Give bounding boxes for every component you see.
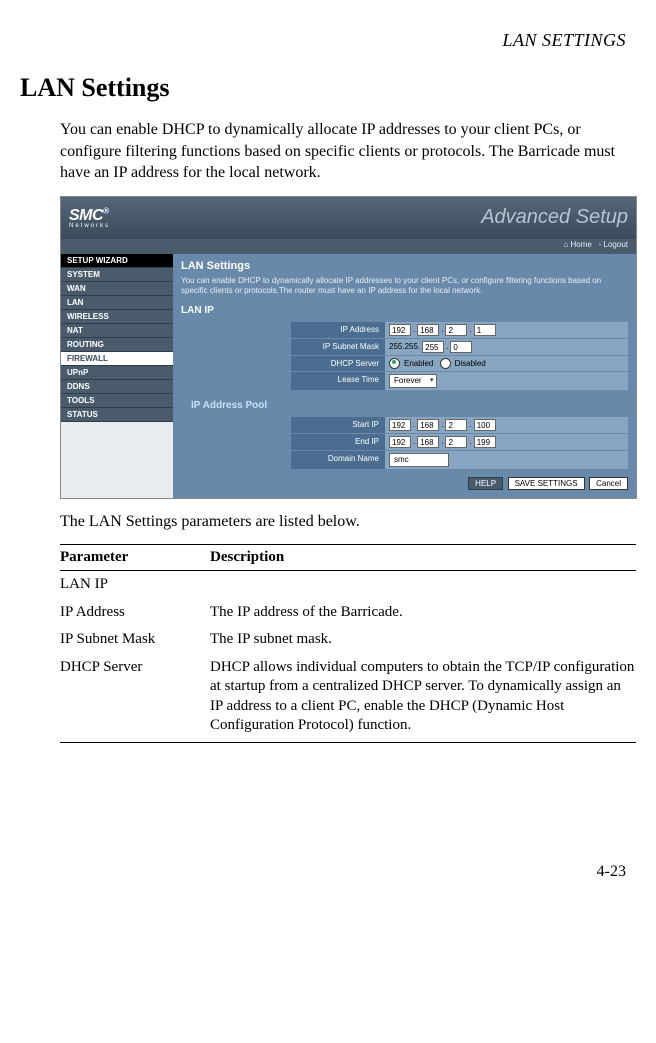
table-row: LAN IP xyxy=(60,571,636,599)
ip-octet-3[interactable]: 2 xyxy=(445,324,467,336)
nav-wan[interactable]: WAN xyxy=(61,282,173,296)
panel-description: You can enable DHCP to dynamically alloc… xyxy=(181,276,628,297)
nav-system[interactable]: SYSTEM xyxy=(61,268,173,282)
ip-address-row: IP Address 192. 168. 2. 1 xyxy=(291,322,628,338)
action-buttons: HELP SAVE SETTINGS Cancel xyxy=(181,477,628,490)
desc-cell xyxy=(210,571,636,599)
save-settings-button[interactable]: SAVE SETTINGS xyxy=(508,477,585,490)
start-ip-3[interactable]: 2 xyxy=(445,419,467,431)
ip-octet-4[interactable]: 1 xyxy=(474,324,496,336)
nav-ddns[interactable]: DDNS xyxy=(61,380,173,394)
help-button[interactable]: HELP xyxy=(468,477,503,490)
dhcp-row: DHCP Server Enabled Disabled xyxy=(291,356,628,371)
start-ip-row: Start IP 192. 168. 2. 100 xyxy=(291,417,628,433)
start-ip-1[interactable]: 192 xyxy=(389,419,411,431)
screenshot-header-bar: SMC® Networks Advanced Setup xyxy=(61,197,636,239)
lease-select[interactable]: Forever xyxy=(389,374,437,388)
nav-wireless[interactable]: WIRELESS xyxy=(61,310,173,324)
ip-octet-1[interactable]: 192 xyxy=(389,324,411,336)
lan-ip-heading: LAN IP xyxy=(181,305,628,316)
subnet-row: IP Subnet Mask 255.255. 255. 0 xyxy=(291,339,628,355)
desc-cell: The IP subnet mask. xyxy=(210,626,636,654)
nav-nat[interactable]: NAT xyxy=(61,324,173,338)
page-number: 4-23 xyxy=(20,863,626,881)
end-ip-2[interactable]: 168 xyxy=(417,436,439,448)
nav-routing[interactable]: ROUTING xyxy=(61,338,173,352)
running-header: LAN SETTINGS xyxy=(20,30,626,51)
home-link[interactable]: Home xyxy=(570,240,591,249)
section-title: LAN Settings xyxy=(20,73,626,103)
lease-row: Lease Time Forever xyxy=(291,372,628,390)
intro-paragraph: You can enable DHCP to dynamically alloc… xyxy=(60,119,626,184)
ip-pool-heading: IP Address Pool xyxy=(191,400,628,411)
logout-link[interactable]: Logout xyxy=(604,240,628,249)
dhcp-enabled-radio[interactable] xyxy=(389,358,400,369)
table-row: IP Address The IP address of the Barrica… xyxy=(60,599,636,627)
subnet-fixed: 255.255. xyxy=(389,342,420,351)
nav-upnp[interactable]: UPnP xyxy=(61,366,173,380)
parameter-table: Parameter Description LAN IP IP Address … xyxy=(60,544,636,743)
router-screenshot: SMC® Networks Advanced Setup ⌂ Home ◦ Lo… xyxy=(60,196,637,499)
subnet-octet-3[interactable]: 255 xyxy=(422,341,444,353)
dhcp-enabled-label: Enabled xyxy=(404,359,433,368)
nav-status[interactable]: STATUS xyxy=(61,408,173,422)
start-ip-4[interactable]: 100 xyxy=(474,419,496,431)
nav-lan[interactable]: LAN xyxy=(61,296,173,310)
nav-firewall[interactable]: FIREWALL xyxy=(61,352,173,366)
param-cell: IP Address xyxy=(60,599,210,627)
end-ip-3[interactable]: 2 xyxy=(445,436,467,448)
domain-label: Domain Name xyxy=(291,451,385,469)
main-panel: LAN Settings You can enable DHCP to dyna… xyxy=(173,254,636,498)
brand-logo: SMC® Networks xyxy=(69,207,110,229)
cancel-button[interactable]: Cancel xyxy=(589,477,628,490)
dhcp-label: DHCP Server xyxy=(291,356,385,371)
ip-octet-2[interactable]: 168 xyxy=(417,324,439,336)
end-ip-row: End IP 192. 168. 2. 199 xyxy=(291,434,628,450)
start-ip-2[interactable]: 168 xyxy=(417,419,439,431)
end-ip-1[interactable]: 192 xyxy=(389,436,411,448)
nav-setup-wizard[interactable]: SETUP WIZARD xyxy=(61,254,173,268)
desc-cell: The IP address of the Barricade. xyxy=(210,599,636,627)
ip-address-label: IP Address xyxy=(291,322,385,338)
dhcp-disabled-radio[interactable] xyxy=(440,358,451,369)
th-parameter: Parameter xyxy=(60,545,210,571)
lease-label: Lease Time xyxy=(291,372,385,390)
domain-input[interactable]: smc xyxy=(389,453,449,467)
table-row: DHCP Server DHCP allows individual compu… xyxy=(60,654,636,743)
param-cell: DHCP Server xyxy=(60,654,210,743)
table-caption: The LAN Settings parameters are listed b… xyxy=(60,511,626,533)
advanced-setup-title: Advanced Setup xyxy=(481,206,628,229)
end-ip-label: End IP xyxy=(291,434,385,450)
param-cell: IP Subnet Mask xyxy=(60,626,210,654)
subnet-label: IP Subnet Mask xyxy=(291,339,385,355)
subnet-octet-4[interactable]: 0 xyxy=(450,341,472,353)
table-row: IP Subnet Mask The IP subnet mask. xyxy=(60,626,636,654)
top-links: ⌂ Home ◦ Logout xyxy=(61,239,636,254)
param-cell: LAN IP xyxy=(60,571,210,599)
th-description: Description xyxy=(210,545,636,571)
dhcp-disabled-label: Disabled xyxy=(455,359,486,368)
panel-heading: LAN Settings xyxy=(181,260,628,272)
start-ip-label: Start IP xyxy=(291,417,385,433)
sidebar-nav: SETUP WIZARD SYSTEM WAN LAN WIRELESS NAT… xyxy=(61,254,173,498)
desc-cell: DHCP allows individual computers to obta… xyxy=(210,654,636,743)
domain-row: Domain Name smc xyxy=(291,451,628,469)
nav-tools[interactable]: TOOLS xyxy=(61,394,173,408)
end-ip-4[interactable]: 199 xyxy=(474,436,496,448)
